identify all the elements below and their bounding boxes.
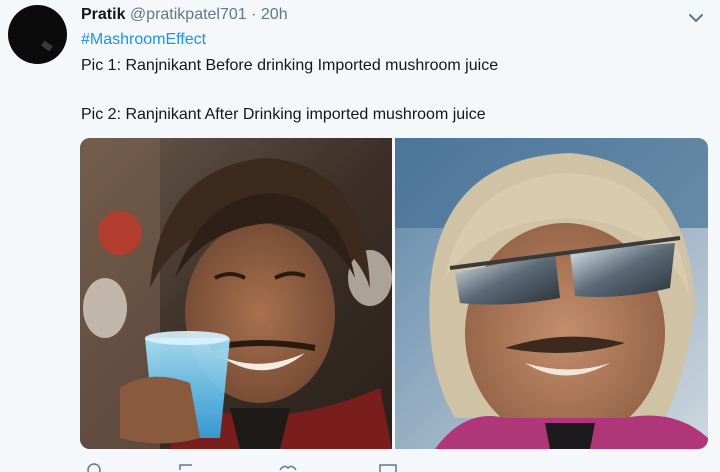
hashtag-link[interactable]: #MashroomEffect (81, 29, 206, 51)
tweet-actions (87, 463, 397, 472)
tweet-media[interactable] (80, 138, 708, 449)
tweet-text-line-1: Pic 1: Ranjnikant Before drinking Import… (81, 57, 499, 74)
chevron-down-icon[interactable] (686, 8, 706, 28)
tweet-time[interactable]: 20h (261, 6, 288, 23)
author-name[interactable]: Pratik (81, 6, 125, 23)
like-icon[interactable] (279, 465, 297, 471)
avatar-mark (41, 40, 53, 52)
photo-2[interactable] (395, 138, 708, 449)
avatar[interactable] (8, 5, 67, 64)
author-handle[interactable]: @pratikpatel701 (130, 6, 247, 23)
reply-icon[interactable] (87, 463, 101, 472)
tweet-header: Pratik @pratikpatel701 · 20h (81, 4, 288, 26)
photo-1[interactable] (80, 138, 392, 449)
header-separator: · (246, 6, 261, 23)
message-icon[interactable] (379, 464, 397, 472)
tweet-text-line-2: Pic 2: Ranjnikant After Drinking importe… (81, 106, 486, 123)
retweet-icon[interactable] (179, 464, 192, 470)
